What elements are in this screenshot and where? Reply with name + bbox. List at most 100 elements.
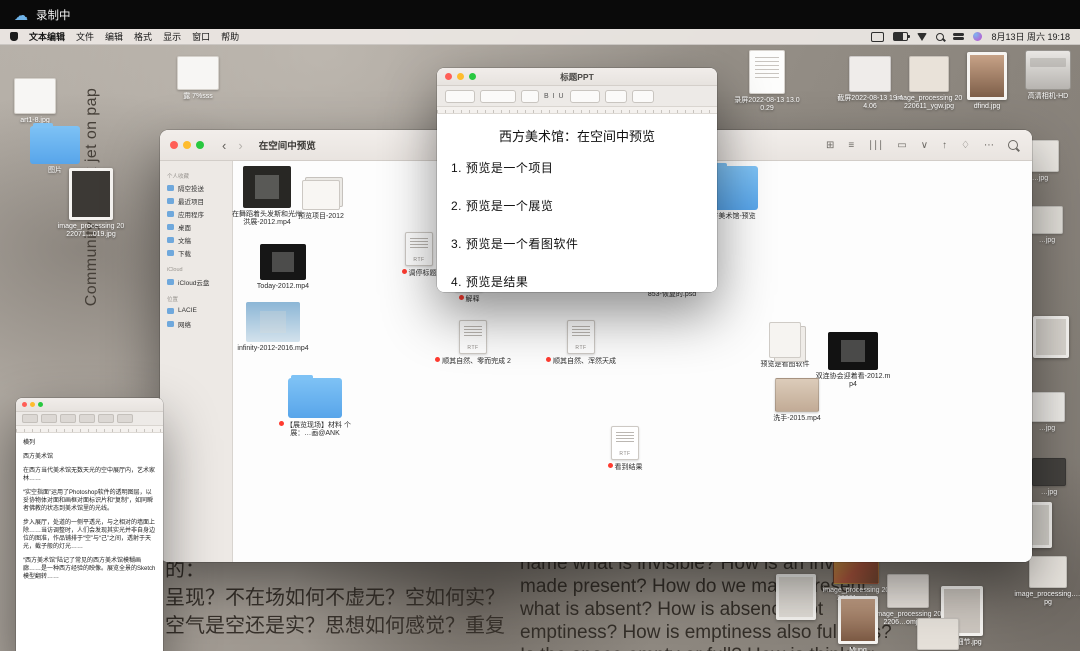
screen-mirroring-icon[interactable]: [871, 31, 885, 42]
file-thumbnail-icon: [260, 244, 306, 280]
column-view-icon[interactable]: ∣∣∣: [868, 140, 883, 151]
textedit-titlebar[interactable]: [16, 398, 163, 412]
tag-dot: [607, 463, 613, 468]
spacing-control[interactable]: [604, 89, 627, 103]
sort-icon[interactable]: ∨: [921, 140, 928, 151]
sidebar-item[interactable]: 隔空投送: [160, 181, 232, 194]
font-size-dropdown[interactable]: [521, 89, 539, 103]
share-icon[interactable]: ↑: [942, 140, 947, 151]
siri-icon[interactable]: [973, 32, 983, 41]
list-style-control[interactable]: [631, 89, 654, 103]
sidebar-item-label: 最近项目: [178, 198, 204, 206]
finder-file[interactable]: 预览项目-2012: [283, 180, 359, 221]
sidebar-item[interactable]: 下载: [160, 246, 232, 259]
menu-item[interactable]: 显示: [163, 30, 181, 43]
sidebar-item-icon: [167, 197, 174, 204]
finder-file[interactable]: 洗手-2015.mp4: [759, 378, 835, 423]
file-thumbnail-icon: [611, 426, 639, 460]
back-icon[interactable]: ‹: [222, 139, 226, 152]
sidebar-item[interactable]: 文稿: [160, 233, 232, 246]
menu-item[interactable]: 帮助: [221, 30, 239, 43]
zoom-button[interactable]: [38, 402, 43, 407]
battery-icon[interactable]: [893, 32, 911, 41]
search-icon[interactable]: [1008, 140, 1018, 150]
desktop-icon[interactable]: 高清相机-HD: [1013, 50, 1080, 101]
size-control[interactable]: [60, 414, 76, 423]
minimize-button[interactable]: [183, 141, 191, 149]
document-content[interactable]: 西方美术馆：在空间中预览 1. 预览是一个项目 2. 预览是一个展览 3. 预览是一…: [437, 114, 717, 292]
apple-menu-icon[interactable]: [10, 32, 18, 41]
minimize-button[interactable]: [30, 402, 35, 407]
menu-item[interactable]: 格式: [134, 30, 152, 43]
menu-item[interactable]: 窗口: [192, 30, 210, 43]
sidebar-item-icon: [167, 184, 174, 191]
finder-file[interactable]: 顺其自然、零而完成 2: [435, 320, 511, 366]
menu-item[interactable]: 文件: [76, 30, 94, 43]
finder-file[interactable]: 预览是看图软件: [747, 322, 823, 369]
style-control[interactable]: [22, 414, 38, 423]
finder-file[interactable]: 看到结果: [587, 426, 663, 472]
gallery-view-icon[interactable]: ▭: [897, 140, 906, 151]
color-control[interactable]: [79, 414, 95, 423]
finder-file[interactable]: infinity-2012-2016.mp4: [235, 302, 311, 353]
finder-file[interactable]: Today-2012.mp4: [245, 244, 321, 291]
sidebar-item[interactable]: iCloud: [160, 264, 232, 275]
finder-file[interactable]: 【展览现场】材料 个展：…画@ANK: [277, 375, 353, 438]
sidebar-item[interactable]: iCloud云盘: [160, 275, 232, 288]
desktop-icon[interactable]: 录屏2022-08-13 13.00.29: [732, 50, 802, 113]
paragraph: “实空指面”运用了Photoshop软件的透明图层，以妥协物体对面和画框对面标识…: [23, 490, 153, 512]
desktop-icon[interactable]: image_processing 2022071…019.jpg: [56, 168, 126, 239]
file-thumbnail-icon: [459, 320, 487, 354]
cloud-recording-icon[interactable]: ☁: [14, 8, 28, 22]
font-control[interactable]: [41, 414, 57, 423]
list-control[interactable]: [117, 414, 133, 423]
tag-icon[interactable]: ♢: [961, 140, 970, 151]
paragraph-style-dropdown[interactable]: [445, 89, 475, 103]
control-center-icon[interactable]: [953, 32, 964, 41]
file-thumbnail-icon: [288, 375, 342, 418]
sidebar-item[interactable]: 网络: [160, 317, 232, 330]
sidebar-item[interactable]: 应用程序: [160, 207, 232, 220]
desktop-icon[interactable]: dfind.jpg: [952, 52, 1022, 111]
close-button[interactable]: [22, 402, 27, 407]
document-content[interactable]: 横列 西方美术馆 在西方当代美术馆无数天光的空中展厅内，艺术家林…… “实空指面”运用…: [16, 433, 163, 593]
app-menu-name[interactable]: 文本编辑: [29, 30, 65, 43]
menubar-clock[interactable]: 8月13日 周六 19:18: [991, 30, 1070, 43]
forward-icon[interactable]: ›: [238, 139, 242, 152]
ruler: [16, 426, 163, 433]
zoom-button[interactable]: [196, 141, 204, 149]
close-button[interactable]: [170, 141, 178, 149]
desktop-icon[interactable]: image_processing 2022060…: [903, 618, 973, 651]
sidebar-item[interactable]: 位置: [160, 293, 232, 304]
desktop-icon[interactable]: image_processing….jpg: [1013, 556, 1080, 607]
file-thumbnail-icon: [30, 123, 80, 164]
file-thumbnail-icon: [302, 180, 340, 210]
sidebar-item[interactable]: 桌面: [160, 220, 232, 233]
grid-view-icon[interactable]: ⊞: [826, 140, 834, 151]
finder-toolbar-icons: ⊞ ≡ ∣∣∣ ▭ ∨ ↑ ♢ ⋯: [826, 140, 1018, 151]
list-view-icon[interactable]: ≡: [848, 140, 854, 151]
bold-italic-underline-controls[interactable]: B I U: [544, 93, 565, 100]
font-dropdown[interactable]: [480, 89, 516, 103]
menu-item[interactable]: 编辑: [105, 30, 123, 43]
sidebar-item[interactable]: 最近项目: [160, 194, 232, 207]
wifi-icon[interactable]: [917, 32, 928, 41]
desktop-icon[interactable]: Mung: [823, 596, 893, 651]
ruler: [437, 107, 717, 114]
spotlight-icon[interactable]: [936, 32, 945, 41]
file-label: 解释: [458, 295, 480, 304]
file-thumbnail-icon: [1029, 556, 1067, 588]
desktop-icon[interactable]: art1-8.jpg: [0, 78, 70, 125]
wallpaper-chinese-text: 的： 呈现？不在场如何不虚无？空如何实？ 空气是空还是实？思想如何感觉？重复: [165, 556, 505, 640]
sidebar-item-label: 个人收藏: [167, 173, 190, 180]
file-thumbnail-icon: [246, 302, 300, 342]
more-actions-icon[interactable]: ⋯: [984, 140, 994, 151]
finder-file[interactable]: 顺其自然、浑然天成: [543, 320, 619, 366]
alignment-controls[interactable]: [569, 89, 600, 103]
file-label: …jpg: [1031, 175, 1049, 182]
alignment-control[interactable]: [98, 414, 114, 423]
ppt-titlebar[interactable]: 标题PPT: [437, 68, 717, 86]
sidebar-item[interactable]: LACIE: [160, 304, 232, 317]
sidebar-item[interactable]: 个人收藏: [160, 170, 232, 181]
desktop-icon[interactable]: 露 7%sss: [163, 56, 233, 101]
